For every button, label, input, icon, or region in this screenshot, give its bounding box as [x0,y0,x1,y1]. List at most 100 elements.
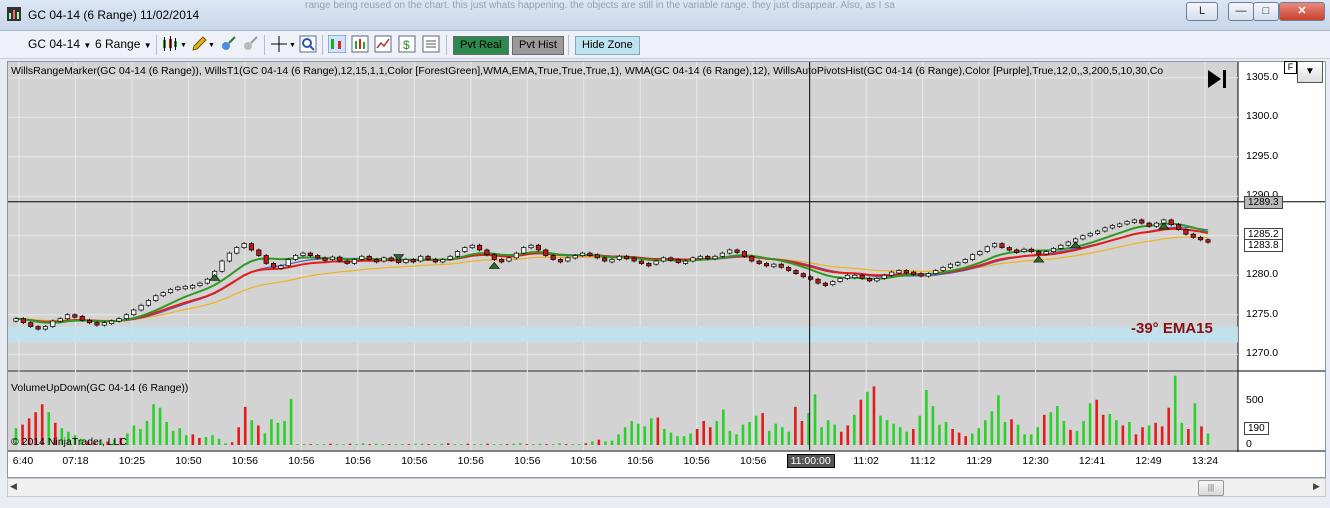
candle [830,281,836,286]
volume-bar [1108,413,1112,445]
candle [64,314,71,320]
volume-bar [243,406,247,445]
candle [131,309,137,316]
data-series-icon[interactable] [328,35,346,53]
volume-bar [414,443,417,445]
volume-bar [1029,434,1033,445]
volume-bar [722,409,725,445]
candle [866,278,873,282]
volume-bar [473,444,476,445]
candle [329,256,335,260]
candle [697,255,703,260]
candle [116,318,122,322]
candle [690,257,696,262]
candle [270,263,277,268]
candle [675,259,681,263]
scroll-thumb[interactable]: ||| [1198,480,1224,496]
zoom-icon[interactable] [299,35,317,53]
candle [248,243,255,251]
chevron-down-icon[interactable]: ▼ [180,42,187,49]
volume-bar [970,433,974,445]
properties-icon[interactable] [422,35,440,53]
time-tick-label: 10:56 [627,455,654,467]
volume-bar [623,427,627,445]
chart-canvas[interactable] [8,62,1325,477]
candle [388,257,394,261]
volume-bar [178,428,182,445]
volume-bar [918,415,922,445]
time-tick-label: 10:25 [118,455,146,467]
unpin-icon[interactable] [241,35,259,53]
volume-bar [846,425,850,445]
volume-bar [1147,425,1151,445]
chart-menu-button[interactable]: ▼ [1297,61,1323,83]
candle [1065,241,1071,246]
horizontal-scrollbar[interactable]: ◀ ||| ▶ [7,478,1326,497]
chevron-down-icon: ▼ [83,41,92,50]
hide-zone-button[interactable]: Hide Zone [575,36,640,55]
candle [852,274,858,279]
toolbar-separator [446,35,447,55]
candle [190,285,196,289]
pencil-icon[interactable] [190,35,208,53]
volume-bar [440,443,444,445]
strategies-icon[interactable] [374,35,392,53]
pvt-hist-button[interactable]: Pvt Hist [512,36,564,55]
pvt-real-button[interactable]: Pvt Real [453,36,509,55]
volume-bar [695,429,699,445]
f-button[interactable]: F [1284,61,1297,74]
pin-icon[interactable] [219,35,237,53]
volume-bar [165,421,168,445]
candle [962,259,968,263]
volume-bar [407,444,411,445]
candle [808,276,814,280]
volume-bar [230,442,234,445]
svg-text:$: $ [403,38,410,52]
link-button[interactable]: L [1186,2,1218,21]
instrument-selector[interactable]: GC 04-14 ▼ [28,34,91,54]
candle [79,315,85,321]
scroll-left-icon[interactable]: ◀ [10,481,17,492]
volume-bar [951,429,954,445]
volume-bar [617,434,620,445]
money-icon[interactable]: $ [398,35,416,53]
candle [1176,224,1182,230]
volume-bar [237,427,240,445]
maximize-button[interactable]: □ [1253,2,1279,21]
candle [506,257,512,262]
volume-bar [604,441,607,445]
candlestick-style-icon[interactable] [161,35,179,53]
candle [418,255,424,262]
instrument-label: GC 04-14 [28,37,81,51]
candle [557,259,564,263]
candle [285,259,291,267]
period-selector[interactable]: 6 Range ▼ [95,34,152,54]
crosshair-icon[interactable] [270,35,288,53]
volume-bar [964,436,967,445]
candle [72,314,78,318]
volume-bar [820,427,823,445]
candle [1014,249,1020,253]
volume-bar [1128,421,1131,445]
volume-bar [859,399,863,445]
time-tick-label: 13:24 [1191,455,1219,467]
close-button[interactable]: ✕ [1279,2,1325,21]
candle [616,255,622,260]
volume-bar [728,430,732,445]
volume-bar [1187,429,1190,445]
candle [786,266,792,271]
highlight-zone [8,326,1238,343]
volume-bar [355,444,358,445]
candle [1131,219,1137,223]
scroll-right-icon[interactable]: ▶ [1313,481,1320,492]
volume-bar [329,443,332,445]
volume-bar [715,421,719,445]
chevron-down-icon[interactable]: ▼ [289,42,296,49]
indicators-icon[interactable] [351,35,369,53]
volume-bar [152,404,155,445]
volume-bar [892,423,895,445]
minimize-button[interactable]: — [1228,2,1254,21]
volume-bar [211,435,214,445]
candle [513,252,519,259]
chevron-down-icon[interactable]: ▼ [208,42,215,49]
